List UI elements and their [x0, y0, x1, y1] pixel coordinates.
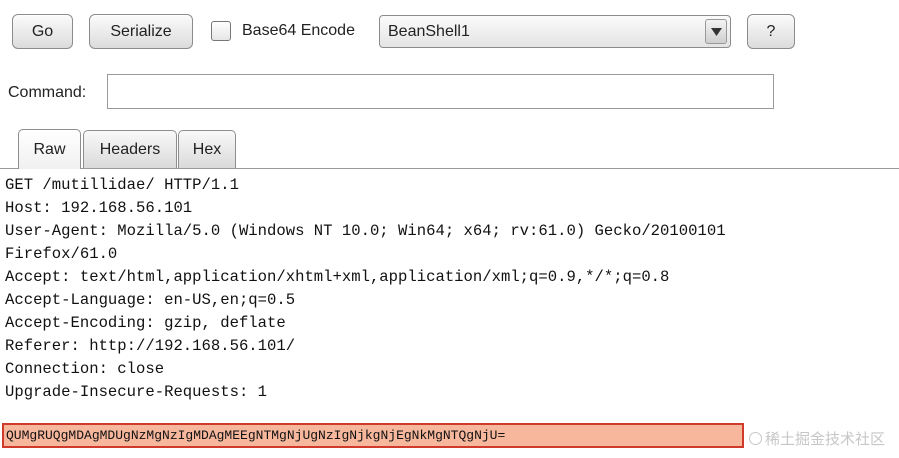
request-line: Referer: http://192.168.56.101/	[5, 337, 296, 355]
command-input[interactable]	[107, 74, 774, 109]
interpreter-select[interactable]: BeanShell1	[379, 15, 731, 48]
tab-hex[interactable]: Hex	[178, 130, 236, 168]
raw-request-editor[interactable]: GET /mutillidae/ HTTP/1.1 Host: 192.168.…	[0, 170, 899, 458]
chevron-down-icon[interactable]	[705, 19, 727, 44]
request-line: Host: 192.168.56.101	[5, 199, 193, 217]
request-line: Firefox/61.0	[5, 245, 118, 263]
help-button[interactable]: ?	[747, 14, 795, 49]
base64-encode-checkbox[interactable]	[211, 21, 231, 41]
interpreter-select-value: BeanShell1	[388, 23, 470, 40]
request-line: GET /mutillidae/ HTTP/1.1	[5, 176, 239, 194]
base64-encode-label: Base64 Encode	[242, 22, 355, 39]
go-button[interactable]: Go	[12, 14, 73, 49]
request-line: Accept-Language: en-US,en;q=0.5	[5, 291, 296, 309]
tab-raw[interactable]: Raw	[18, 129, 81, 169]
command-label: Command:	[8, 84, 87, 101]
tab-headers[interactable]: Headers	[83, 130, 177, 168]
watermark-text: 稀土掘金技术社区	[765, 431, 886, 448]
request-line: Connection: close	[5, 360, 165, 378]
serialize-button[interactable]: Serialize	[89, 14, 193, 49]
request-line: Accept-Encoding: gzip, deflate	[5, 314, 286, 332]
request-line: User-Agent: Mozilla/5.0 (Windows NT 10.0…	[5, 222, 726, 240]
juejin-logo-icon	[749, 432, 762, 445]
request-line: Upgrade-Insecure-Requests: 1	[5, 383, 268, 401]
encoded-payload-selection[interactable]: QUMgRUQgMDAgMDUgNzMgNzIgMDAgMEEgNTMgNjUg…	[2, 423, 744, 448]
tab-strip-divider	[0, 168, 899, 169]
request-line: Accept: text/html,application/xhtml+xml,…	[5, 268, 670, 286]
watermark: 稀土掘金技术社区	[749, 428, 885, 449]
